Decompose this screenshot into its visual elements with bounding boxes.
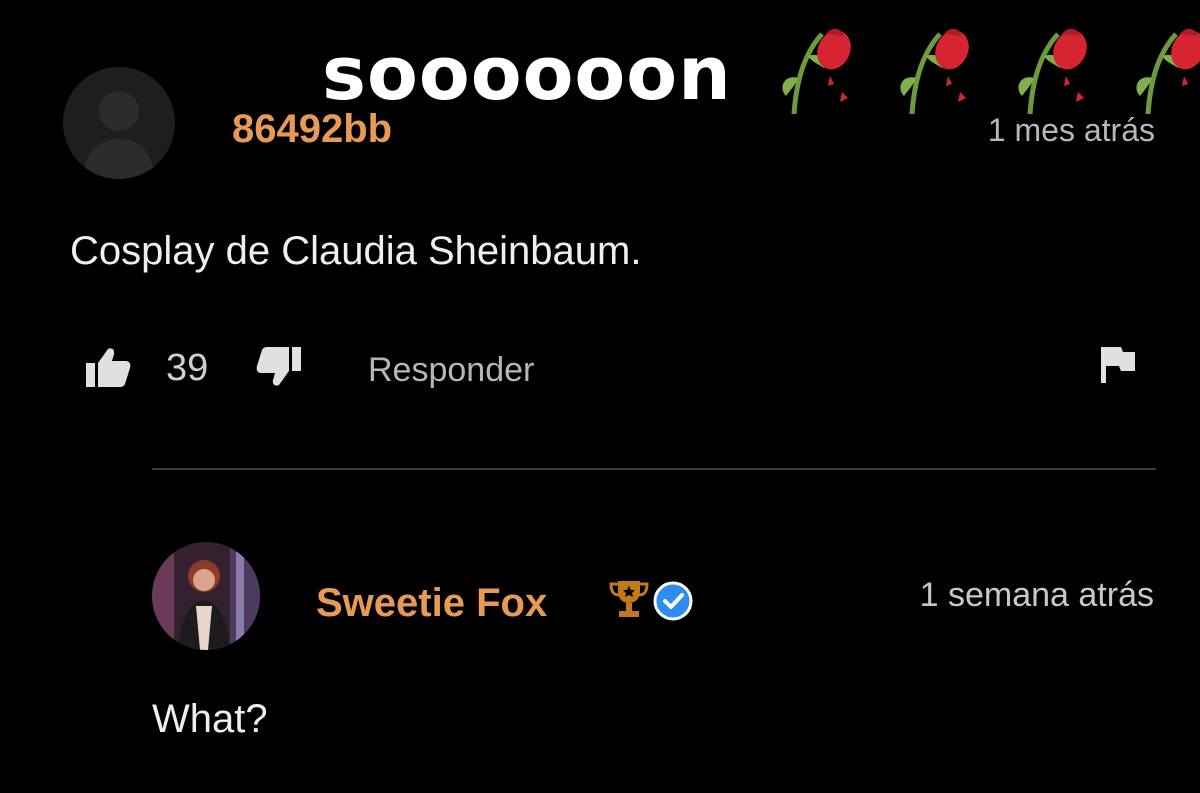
default-avatar-icon[interactable]	[63, 67, 175, 179]
reply-author[interactable]: Sweetie Fox	[316, 579, 547, 627]
wilted-rose-emoji	[890, 16, 974, 116]
trophy-icon	[608, 577, 650, 621]
wilted-rose-emoji	[1126, 16, 1200, 116]
reply-timestamp: 1 semana atrás	[919, 576, 1154, 614]
wilted-rose-emoji	[772, 16, 856, 116]
reply-button[interactable]: Responder	[368, 350, 534, 390]
like-count: 39	[166, 347, 209, 389]
comment-timestamp: 1 mes atrás	[987, 112, 1155, 148]
wilted-rose-emoji	[1008, 16, 1092, 116]
thumbs-down-icon[interactable]	[255, 343, 303, 391]
divider	[152, 468, 1156, 470]
comment-text: Cosplay de Claudia Sheinbaum.	[70, 229, 642, 273]
avatar[interactable]	[152, 542, 260, 650]
reply-text: What?	[152, 697, 268, 741]
comment-author[interactable]: 86492bb	[232, 105, 392, 153]
verified-badge-icon	[652, 580, 694, 622]
thumbs-up-icon[interactable]	[84, 343, 132, 391]
flag-icon[interactable]	[1097, 343, 1139, 385]
